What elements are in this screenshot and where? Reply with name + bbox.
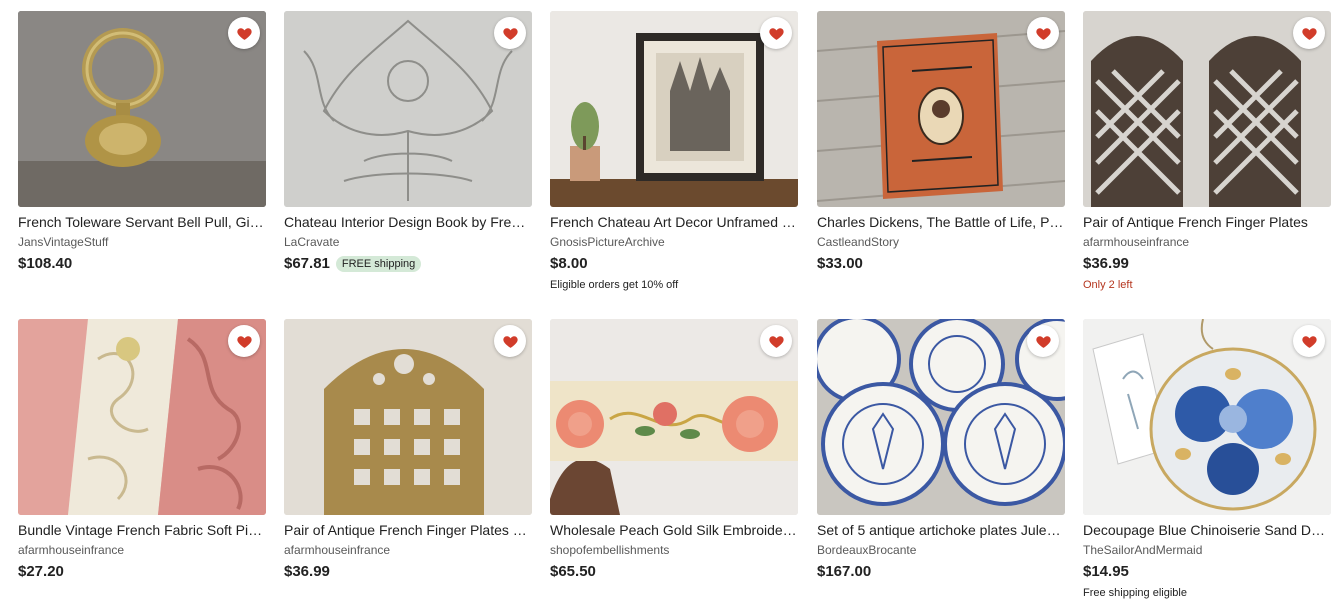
price-row: $14.95 bbox=[1083, 563, 1331, 581]
listing-card[interactable]: Bundle Vintage French Fabric Soft Pink D… bbox=[18, 319, 266, 581]
listing-image[interactable] bbox=[817, 11, 1065, 207]
heart-icon bbox=[1035, 335, 1051, 348]
listing-image[interactable] bbox=[550, 319, 798, 515]
price-row: $36.99 bbox=[284, 563, 532, 581]
price-row: $33.00 bbox=[817, 255, 1065, 273]
listing-card[interactable]: Set of 5 antique artichoke plates Jules … bbox=[817, 319, 1065, 581]
shop-name: CastleandStory bbox=[817, 235, 900, 249]
heart-icon bbox=[236, 27, 252, 40]
shop-name: GnosisPictureArchive bbox=[550, 235, 665, 249]
listing-price: $65.50 bbox=[550, 563, 596, 580]
free-shipping-badge: FREE shipping bbox=[335, 256, 422, 272]
favorite-button[interactable] bbox=[228, 17, 260, 49]
price-row: $108.40 bbox=[18, 255, 266, 273]
listing-title[interactable]: Pair of Antique French Finger Plates Bra… bbox=[284, 522, 532, 539]
favorite-button[interactable] bbox=[494, 17, 526, 49]
shipping-note: Free shipping eligible bbox=[1083, 587, 1187, 599]
heart-icon bbox=[768, 27, 784, 40]
heart-icon bbox=[1301, 335, 1317, 348]
favorite-button[interactable] bbox=[1027, 325, 1059, 357]
listing-image[interactable] bbox=[18, 11, 266, 207]
stock-alert: Only 2 left bbox=[1083, 279, 1133, 291]
listing-price: $8.00 bbox=[550, 255, 588, 272]
shop-name: shopofembellishments bbox=[550, 543, 670, 557]
listing-price: $36.99 bbox=[284, 563, 330, 580]
listing-image[interactable] bbox=[284, 11, 532, 207]
heart-icon bbox=[768, 335, 784, 348]
listing-title[interactable]: Wholesale Peach Gold Silk Embroidered Tr… bbox=[550, 522, 798, 539]
listing-title[interactable]: Bundle Vintage French Fabric Soft Pink D… bbox=[18, 522, 266, 539]
listing-price: $14.95 bbox=[1083, 563, 1129, 580]
shop-name: afarmhouseinfrance bbox=[1083, 235, 1190, 249]
favorite-button[interactable] bbox=[760, 17, 792, 49]
heart-icon bbox=[502, 27, 518, 40]
listing-image[interactable] bbox=[550, 11, 798, 207]
shop-name: afarmhouseinfrance bbox=[284, 543, 391, 557]
listing-card[interactable]: Decoupage Blue Chinoiserie Sand Dollar O… bbox=[1083, 319, 1331, 600]
listing-image[interactable] bbox=[817, 319, 1065, 515]
price-row: $65.50 bbox=[550, 563, 798, 581]
price-row: $67.81 FREE shipping bbox=[284, 255, 532, 273]
heart-icon bbox=[1301, 27, 1317, 40]
listing-title[interactable]: Chateau Interior Design Book by French D… bbox=[284, 214, 532, 231]
shop-name: TheSailorAndMermaid bbox=[1083, 543, 1203, 557]
favorite-button[interactable] bbox=[228, 325, 260, 357]
listing-title[interactable]: French Toleware Servant Bell Pull, Gilde… bbox=[18, 214, 266, 231]
listing-image[interactable] bbox=[1083, 11, 1331, 207]
price-row: $27.20 bbox=[18, 563, 266, 581]
price-row: $36.99 bbox=[1083, 255, 1331, 273]
price-row: $8.00 bbox=[550, 255, 798, 273]
listing-card[interactable]: French Chateau Art Decor Unframed Print … bbox=[550, 11, 798, 292]
heart-icon bbox=[236, 335, 252, 348]
shop-name: JansVintageStuff bbox=[18, 235, 109, 249]
heart-icon bbox=[1035, 27, 1051, 40]
listing-image[interactable] bbox=[18, 319, 266, 515]
listing-card[interactable]: Pair of Antique French Finger Plates afa… bbox=[1083, 11, 1331, 292]
favorite-button[interactable] bbox=[1027, 17, 1059, 49]
listing-card[interactable]: French Toleware Servant Bell Pull, Gilde… bbox=[18, 11, 266, 273]
listing-grid: French Toleware Servant Bell Pull, Gilde… bbox=[0, 0, 1339, 611]
shop-name: BordeauxBrocante bbox=[817, 543, 917, 557]
listing-title[interactable]: Charles Dickens, The Battle of Life, Pea… bbox=[817, 214, 1065, 231]
promo-note: Eligible orders get 10% off bbox=[550, 279, 679, 291]
favorite-button[interactable] bbox=[760, 325, 792, 357]
listing-card[interactable]: Chateau Interior Design Book by French D… bbox=[284, 11, 532, 273]
listing-price: $67.81 bbox=[284, 255, 330, 272]
listing-image[interactable] bbox=[284, 319, 532, 515]
listing-card[interactable]: Wholesale Peach Gold Silk Embroidered Tr… bbox=[550, 319, 798, 581]
listing-price: $36.99 bbox=[1083, 255, 1129, 272]
price-row: $167.00 bbox=[817, 563, 1065, 581]
shop-name: afarmhouseinfrance bbox=[18, 543, 125, 557]
listing-title[interactable]: Set of 5 antique artichoke plates Jules … bbox=[817, 522, 1065, 539]
listing-card[interactable]: Charles Dickens, The Battle of Life, Pea… bbox=[817, 11, 1065, 273]
listing-title[interactable]: Decoupage Blue Chinoiserie Sand Dollar O… bbox=[1083, 522, 1331, 539]
favorite-button[interactable] bbox=[1293, 325, 1325, 357]
shop-name: LaCravate bbox=[284, 235, 340, 249]
heart-icon bbox=[502, 335, 518, 348]
listing-price: $108.40 bbox=[18, 255, 73, 272]
listing-price: $27.20 bbox=[18, 563, 64, 580]
listing-price: $33.00 bbox=[817, 255, 863, 272]
favorite-button[interactable] bbox=[1293, 17, 1325, 49]
listing-card[interactable]: Pair of Antique French Finger Plates Bra… bbox=[284, 319, 532, 581]
listing-image[interactable] bbox=[1083, 319, 1331, 515]
listing-title[interactable]: French Chateau Art Decor Unframed Print bbox=[550, 214, 798, 231]
listing-title[interactable]: Pair of Antique French Finger Plates bbox=[1083, 214, 1331, 231]
listing-price: $167.00 bbox=[817, 563, 872, 580]
favorite-button[interactable] bbox=[494, 325, 526, 357]
